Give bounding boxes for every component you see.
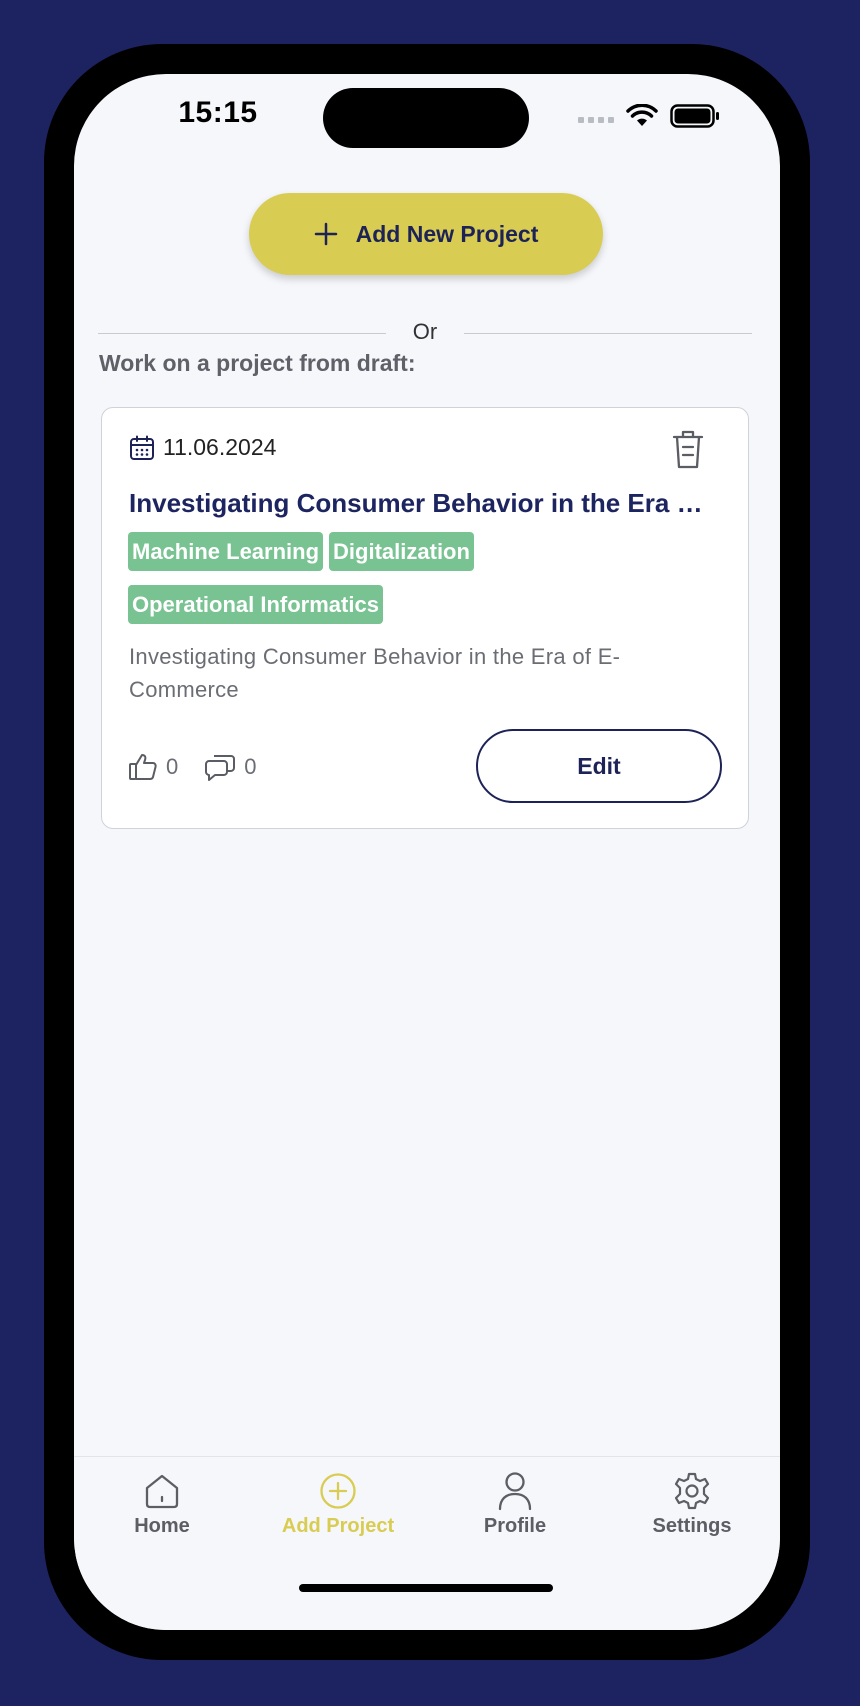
draft-description: Investigating Consumer Behavior in the E… [129,644,621,702]
tab-home-label: Home [134,1515,190,1537]
home-indicator [299,1584,553,1592]
draft-title[interactable]: Investigating Consumer Behavior in the E… [129,488,709,519]
tab-settings[interactable]: Settings [604,1471,780,1538]
wifi-icon [626,104,658,126]
add-new-project-button[interactable]: Add New Project [249,193,603,275]
signal-icon [578,109,614,123]
status-icons [578,104,720,128]
like-count: 0 [166,754,179,779]
add-circle-icon [320,1473,356,1509]
gear-icon [674,1472,710,1510]
home-icon [145,1474,179,1509]
tab-profile-label: Profile [483,1515,547,1537]
user-icon [498,1472,532,1511]
status-time: 15:15 [178,96,258,129]
or-label: Or [412,319,438,344]
or-divider: Or [98,318,752,348]
comments-icon [205,755,236,781]
battery-icon [670,104,719,128]
tag-list: Machine Learning Digitalization Operatio… [128,532,688,624]
thumbs-up-icon [129,754,157,780]
tab-profile[interactable]: Profile [427,1471,603,1538]
draft-project-card[interactable]: 11.06.2024 Investigating Consumer Behavi… [101,407,749,829]
app-screen: 15:15 Add New Project Or Work on a proje… [74,74,780,1630]
add-new-project-label: Add New Project [355,220,539,247]
like-stat[interactable]: 0 [128,752,178,782]
draft-date-row: 11.06.2024 [129,434,276,461]
tab-home[interactable]: Home [74,1471,250,1538]
divider-line-right [464,333,752,334]
comment-stat[interactable]: 0 [204,752,257,782]
plus-icon [314,222,337,246]
draft-section-label: Work on a project from draft: [99,350,416,376]
trash-icon[interactable] [670,428,706,470]
comment-count: 0 [244,754,257,779]
tab-bar: Home Add Project Profile Settings [74,1456,780,1630]
tab-add-project[interactable]: Add Project [250,1471,426,1538]
tab-settings-label: Settings [652,1515,732,1537]
tag-machine-learning: Machine Learning [128,532,324,571]
tab-add-project-label: Add Project [281,1515,395,1537]
draft-stats: 0 0 [128,752,283,782]
draft-date: 11.06.2024 [163,434,277,460]
calendar-icon [130,435,154,460]
edit-button[interactable]: Edit [476,729,722,803]
tag-digitalization: Digitalization [329,532,474,571]
dynamic-island [323,88,529,148]
tag-operational-informatics: Operational Informatics [128,585,383,624]
